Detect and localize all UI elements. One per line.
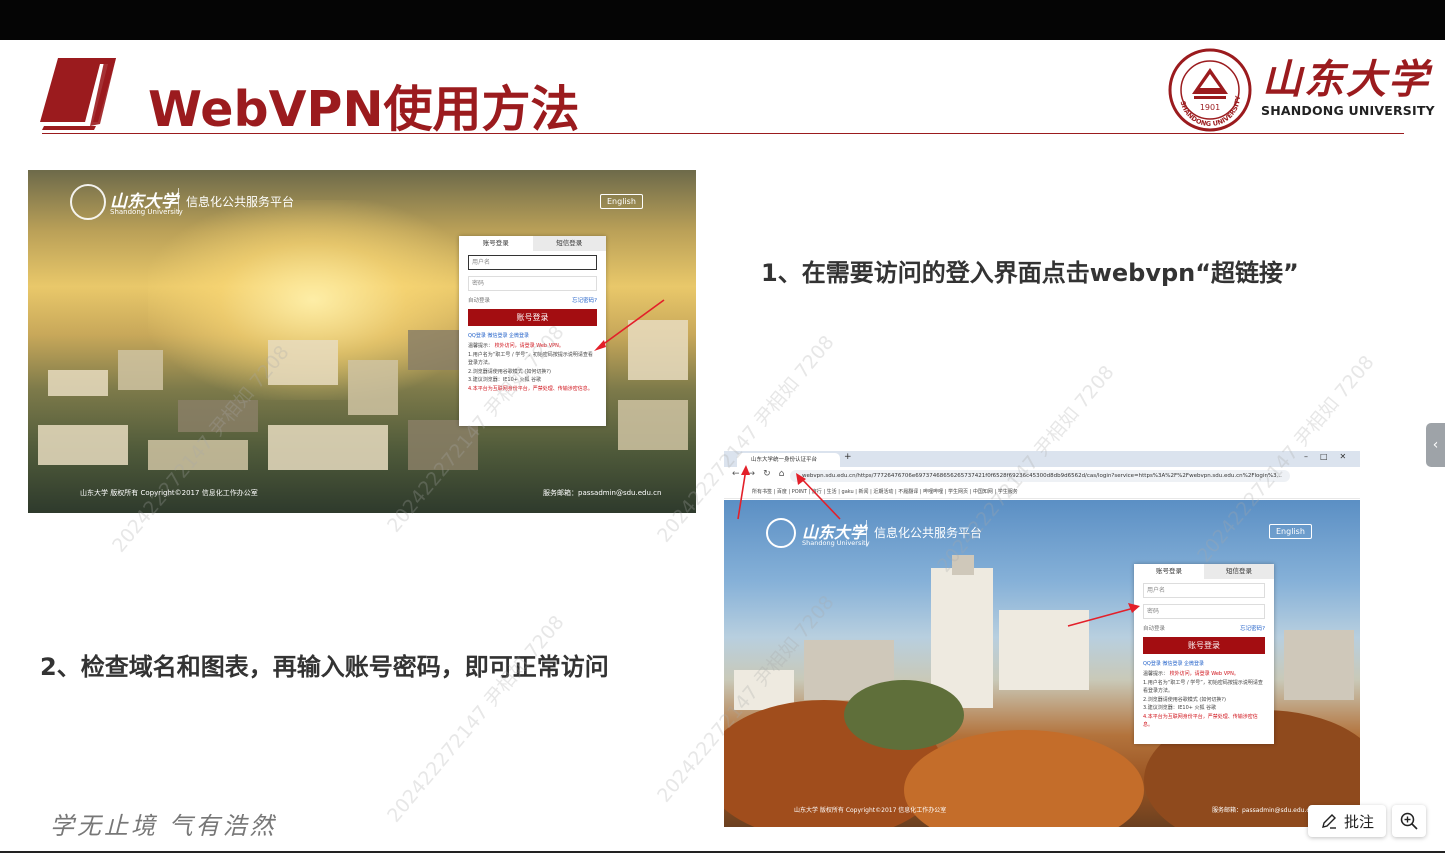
book-icon (40, 58, 116, 130)
login-panel: 账号登录 短信登录 用户名 密码 自动登录 忘记密码? 账号登录 QQ登录 微信… (1134, 564, 1274, 744)
webvpn-link[interactable]: 校外访问，请登录 Web VPN。 (1170, 671, 1239, 677)
campus-building (618, 400, 688, 450)
tab-sms-login[interactable]: 短信登录 (1204, 564, 1274, 579)
notes-title: 温馨提示： (468, 343, 494, 349)
login-notes: 温馨提示： 校外访问，请登录 Web VPN。 1.用户名为“职工号 / 学号”… (468, 342, 597, 393)
note-1: 1.用户名为“职工号 / 学号”，初始密码按提示说明请查看登录方法。 (468, 351, 593, 367)
note-2: 2.浏览器请使用谷歌模式 (如何切换?) (468, 368, 551, 375)
header-divider (866, 520, 867, 546)
university-motto: 学无止境 气有浩然 (50, 812, 277, 840)
side-panel-toggle[interactable]: ‹ (1426, 423, 1445, 467)
step-2-text: 2、检查域名和图表，再输入账号密码，即可正常访问 (40, 653, 609, 681)
english-button[interactable]: English (1269, 524, 1312, 539)
note-4: 4.本平台为互联网身份平台，严禁处理、传输涉密信息。 (468, 385, 593, 392)
platform-title: 信息化公共服务平台 (874, 526, 983, 540)
site-footer-right: 服务邮箱：passadmin@sdu.edu.cn (543, 489, 662, 497)
auto-login-checkbox[interactable]: 自动登录 (468, 296, 490, 304)
site-brand-sub: Shandong University (110, 208, 183, 216)
svg-text:1901: 1901 (1200, 103, 1220, 112)
notes-title: 温馨提示： (1143, 671, 1169, 677)
annotate-label: 批注 (1343, 812, 1374, 831)
campus-building (268, 340, 338, 385)
tower-top (952, 555, 974, 575)
campus-building (178, 400, 258, 432)
note-1: 1.用户名为“职工号 / 学号”，初始密码按提示说明请查看登录方法。 (1143, 679, 1263, 695)
login-screenshot-2: 山东大学统一身份认证平台 + –□✕ ←→↻⌂ webvpn.sdu.edu.c… (724, 451, 1360, 827)
login-button[interactable]: 账号登录 (1143, 637, 1265, 654)
note-3: 3.建议浏览器：IE10+ 火狐 谷歌 (468, 377, 542, 383)
university-name-en: SHANDONG UNIVERSITY (1261, 103, 1435, 118)
site-footer-left: 山东大学 版权所有 Copyright©2017 信息化工作办公室 (80, 489, 258, 497)
red-arrow-icon (796, 473, 841, 520)
webvpn-link[interactable]: 校外访问，请登录 Web VPN。 (495, 343, 564, 349)
campus-building (48, 370, 108, 396)
red-arrow-icon (1067, 603, 1140, 627)
login-notes: 温馨提示： 校外访问，请登录 Web VPN。 1.用户名为“职工号 / 学号”… (1143, 670, 1265, 730)
campus-building (348, 360, 398, 415)
site-footer-right: 服务邮箱：passadmin@sdu.edu.cn (1212, 807, 1314, 814)
sdu-logo-icon (70, 184, 106, 220)
forgot-password-link[interactable]: 忘记密码? (1240, 624, 1265, 632)
site-brand-sub: Shandong University (802, 539, 870, 547)
platform-title: 信息化公共服务平台 (186, 195, 295, 209)
login-screenshot-1: 山东大学 Shandong University 信息化公共服务平台 Engli… (28, 170, 696, 513)
title-divider (42, 133, 1404, 134)
window-controls-icon[interactable]: –□✕ (1304, 452, 1358, 461)
tab-account-login[interactable]: 账号登录 (1134, 564, 1204, 579)
site-footer-left: 山东大学 版权所有 Copyright©2017 信息化工作办公室 (794, 807, 947, 814)
username-field[interactable]: 用户名 (468, 255, 597, 270)
note-2: 2.浏览器请使用谷歌模式 (如何切换?) (1143, 696, 1226, 703)
auto-login-checkbox[interactable]: 自动登录 (1143, 624, 1165, 632)
green-trees (844, 680, 964, 750)
university-name-cn: 山东大学 (1262, 56, 1430, 103)
login-button[interactable]: 账号登录 (468, 309, 597, 326)
chevron-left-icon: ‹ (1432, 437, 1439, 453)
portal-background: 山东大学 Shandong University 信息化公共服务平台 Engli… (724, 500, 1360, 827)
address-bar[interactable]: webvpn.sdu.edu.cn/https/77726476706e6973… (790, 470, 1290, 482)
zoom-in-icon (1400, 812, 1418, 830)
password-field[interactable]: 密码 (1143, 604, 1265, 619)
new-tab-icon[interactable]: + (844, 452, 852, 462)
social-login-links[interactable]: QQ登录 微信登录 企微登录 (468, 332, 597, 339)
note-3: 3.建议浏览器：IE10+ 火狐 谷歌 (1143, 705, 1217, 711)
campus-building (38, 425, 128, 465)
note-4: 4.本平台为互联网身份平台，严禁处理、传输涉密信息。 (1143, 713, 1258, 729)
campus-building (118, 350, 163, 390)
tab-account-login[interactable]: 账号登录 (459, 236, 533, 251)
username-field[interactable]: 用户名 (1143, 583, 1265, 598)
zoom-in-button[interactable] (1392, 805, 1426, 837)
pen-icon (1322, 814, 1336, 829)
campus-building (408, 420, 478, 470)
campus-building (1284, 630, 1354, 700)
red-arrow-icon (594, 299, 665, 351)
password-field[interactable]: 密码 (468, 276, 597, 291)
step-1-text: 1、在需要访问的登入界面点击webvpn“超链接” (761, 259, 1299, 287)
page-title: WebVPN使用方法 (148, 81, 580, 138)
campus-building (148, 440, 248, 470)
social-login-links[interactable]: QQ登录 微信登录 企微登录 (1143, 660, 1265, 667)
university-seal-icon: 1901 SHANDONG UNIVERSITY (1168, 48, 1252, 132)
viewer-top-bar (0, 0, 1445, 40)
login-panel: 账号登录 短信登录 用户名 密码 自动登录 忘记密码? 账号登录 QQ登录 微信… (459, 236, 606, 426)
header-divider (178, 188, 179, 214)
tab-sms-login[interactable]: 短信登录 (532, 236, 606, 251)
viewer-bottom-rule (0, 851, 1445, 853)
annotate-button[interactable]: 批注 (1308, 805, 1386, 837)
campus-building (268, 425, 388, 470)
english-button[interactable]: English (600, 194, 643, 209)
